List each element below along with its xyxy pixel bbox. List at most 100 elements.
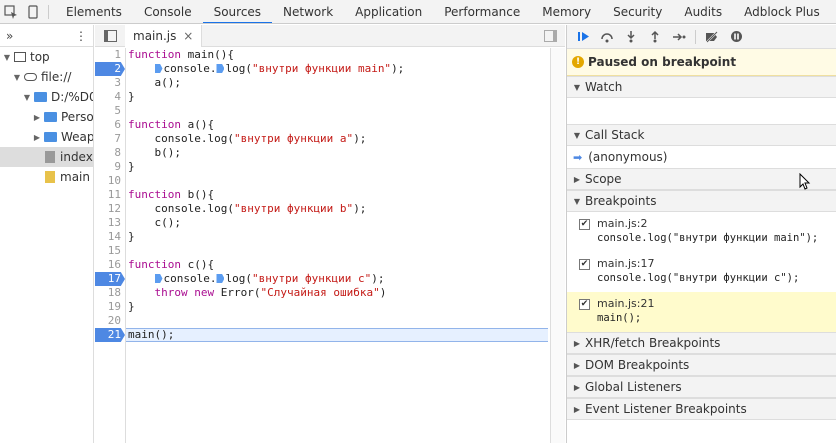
tree-item[interactable]: ▶ Weap (0, 127, 93, 147)
line-number[interactable]: 20 (95, 314, 125, 328)
breakpoint-checkbox[interactable]: ✔ (579, 299, 590, 310)
expand-down-icon[interactable]: ▼ (2, 53, 12, 62)
inspect-element-icon[interactable] (0, 0, 22, 23)
code-line[interactable]: console.log("внутри функции a"); (128, 132, 548, 146)
section-header[interactable]: ▶ Global Listeners (567, 376, 836, 398)
call-stack-section-header[interactable]: ▼ Call Stack (567, 124, 836, 146)
code-line[interactable] (128, 174, 548, 188)
section-header[interactable]: ▶ XHR/fetch Breakpoints (567, 332, 836, 354)
code-line[interactable]: a(); (128, 76, 548, 90)
line-number[interactable]: 5 (95, 104, 125, 118)
tab-redux[interactable]: Redux (831, 0, 836, 23)
code-line[interactable]: function main(){ (128, 48, 548, 62)
breakpoint-marker[interactable]: 17 (95, 272, 125, 286)
tree-item[interactable]: ▼ file:// (0, 67, 93, 87)
breakpoint-item[interactable]: ✔ main.js:21 main(); (567, 292, 836, 332)
code-line[interactable]: console.log("внутри функции b"); (128, 202, 548, 216)
tab-security[interactable]: Security (602, 0, 673, 23)
tab-adblock-plus[interactable]: Adblock Plus (733, 0, 831, 23)
editor-scrollbar[interactable] (550, 48, 565, 443)
toggle-debugger-icon[interactable] (544, 30, 557, 42)
line-number[interactable]: 9 (95, 160, 125, 174)
watch-section-header[interactable]: ▼ Watch (567, 76, 836, 98)
call-frame-anonymous[interactable]: ➡ (anonymous) (567, 146, 836, 168)
code-line[interactable]: function b(){ (128, 188, 548, 202)
close-tab-icon[interactable]: × (183, 29, 193, 43)
tree-item[interactable]: ▶ Perso (0, 107, 93, 127)
line-number[interactable]: 8 (95, 146, 125, 160)
line-number-gutter[interactable]: 1 2 3 4 5 6 7 8 9 10 11 12 13 14 15 16 17 18 19 20 21 (95, 48, 126, 443)
line-number[interactable]: 7 (95, 132, 125, 146)
code-line[interactable]: } (128, 90, 548, 104)
line-number[interactable]: 4 (95, 90, 125, 104)
code-line[interactable] (128, 314, 548, 328)
line-number[interactable]: 13 (95, 216, 125, 230)
code-line[interactable]: } (128, 300, 548, 314)
line-number[interactable]: 19 (95, 300, 125, 314)
code-line[interactable] (128, 104, 548, 118)
device-toolbar-icon[interactable] (22, 0, 44, 23)
code-line[interactable]: console. log("внутри функции c"); (128, 272, 548, 286)
tree-item[interactable]: index (0, 147, 93, 167)
step-out-button[interactable] (643, 25, 667, 49)
code-line[interactable]: main(); (126, 328, 548, 342)
expand-down-icon[interactable]: ▼ (22, 93, 32, 102)
line-number[interactable]: 15 (95, 244, 125, 258)
resume-button[interactable] (571, 25, 595, 49)
code-line[interactable] (128, 244, 548, 258)
line-number[interactable]: 6 (95, 118, 125, 132)
tab-network[interactable]: Network (272, 0, 344, 23)
line-number[interactable]: 1 (95, 48, 125, 62)
deactivate-breakpoints-button[interactable] (700, 25, 724, 49)
line-number[interactable]: 18 (95, 286, 125, 300)
breakpoints-label: Breakpoints (585, 194, 657, 208)
code-line[interactable]: function c(){ (128, 258, 548, 272)
code-lines[interactable]: function main(){ console. log("внутри фун… (126, 48, 548, 342)
code-editor[interactable]: 1 2 3 4 5 6 7 8 9 10 11 12 13 14 15 16 17 18 19 20 21 functi… (95, 48, 555, 443)
pause-on-exceptions-button[interactable] (724, 25, 748, 49)
section-header[interactable]: ▶ Event Listener Breakpoints (567, 398, 836, 420)
line-number[interactable]: 16 (95, 258, 125, 272)
step-over-button[interactable] (595, 25, 619, 49)
code-line[interactable]: b(); (128, 146, 548, 160)
breakpoints-section-header[interactable]: ▼ Breakpoints (567, 190, 836, 212)
breakpoint-checkbox[interactable]: ✔ (579, 259, 590, 270)
line-number[interactable]: 14 (95, 230, 125, 244)
tab-elements[interactable]: Elements (55, 0, 133, 23)
section-header[interactable]: ▶ DOM Breakpoints (567, 354, 836, 376)
breakpoint-item[interactable]: ✔ main.js:17 console.log("внутри функции c… (567, 252, 836, 292)
tab-application[interactable]: Application (344, 0, 433, 23)
tree-item[interactable]: main (0, 167, 93, 187)
line-number[interactable]: 11 (95, 188, 125, 202)
code-line[interactable]: } (128, 160, 548, 174)
tab-audits[interactable]: Audits (673, 0, 733, 23)
expand-right-icon[interactable]: ▶ (32, 113, 42, 122)
code-line[interactable]: c(); (128, 216, 548, 230)
tab-performance[interactable]: Performance (433, 0, 531, 23)
expand-right-icon[interactable]: ▶ (32, 133, 42, 142)
file-tab-main-js[interactable]: main.js × (125, 25, 203, 47)
tree-item[interactable]: ▼ top (0, 47, 93, 67)
toggle-navigator-icon[interactable] (104, 30, 117, 42)
scope-section-header[interactable]: ▶ Scope (567, 168, 836, 190)
breakpoint-checkbox[interactable]: ✔ (579, 219, 590, 230)
expand-down-icon[interactable]: ▼ (12, 73, 22, 82)
breakpoint-marker[interactable]: 2 (95, 62, 125, 76)
tab-console[interactable]: Console (133, 0, 203, 23)
code-line[interactable]: console. log("внутри функции main"); (128, 62, 548, 76)
tree-item[interactable]: ▼ D:/%D0 (0, 87, 93, 107)
tab-memory[interactable]: Memory (531, 0, 602, 23)
line-number[interactable]: 12 (95, 202, 125, 216)
step-into-button[interactable] (619, 25, 643, 49)
line-number[interactable]: 3 (95, 76, 125, 90)
tab-sources[interactable]: Sources (202, 0, 273, 23)
more-tabs-icon[interactable]: » (6, 29, 13, 43)
breakpoint-item[interactable]: ✔ main.js:2 console.log("внутри функции ma… (567, 212, 836, 252)
step-button[interactable] (667, 25, 691, 49)
line-number[interactable]: 10 (95, 174, 125, 188)
navigator-menu-icon[interactable]: ⋮ (75, 29, 87, 43)
code-line[interactable]: } (128, 230, 548, 244)
breakpoint-marker[interactable]: 21 (95, 328, 125, 342)
code-line[interactable]: function a(){ (128, 118, 548, 132)
code-line[interactable]: throw new Error("Случайная ошибка") (128, 286, 548, 300)
